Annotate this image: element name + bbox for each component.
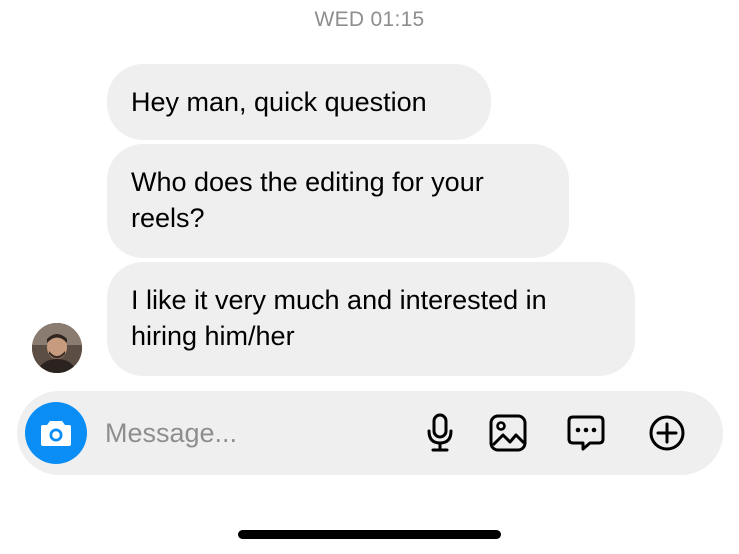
message-input[interactable] <box>105 415 405 451</box>
microphone-icon <box>427 413 453 452</box>
message-bubble[interactable]: Who does the editing for your reels? <box>107 144 569 258</box>
voice-message-button[interactable] <box>419 412 461 454</box>
plus-icon <box>649 415 685 451</box>
avatar-image <box>32 323 82 373</box>
message-bubble[interactable]: I like it very much and interested in hi… <box>107 262 635 376</box>
sender-avatar[interactable] <box>32 323 82 373</box>
camera-icon <box>41 421 71 446</box>
gallery-button[interactable] <box>487 412 529 454</box>
more-options-button[interactable] <box>646 412 688 454</box>
home-indicator[interactable] <box>238 530 501 539</box>
message-timestamp: WED 01:15 <box>314 8 425 31</box>
message-line: Hey man, quick question <box>131 87 427 117</box>
gallery-icon <box>489 414 527 452</box>
message-composer <box>17 391 723 475</box>
message-line: I like it very much and interested in <box>131 285 547 315</box>
camera-button[interactable] <box>25 402 87 464</box>
sticker-button[interactable] <box>565 412 607 454</box>
message-bubble[interactable]: Hey man, quick question <box>107 64 491 140</box>
message-line: reels? <box>131 203 205 233</box>
message-line: Who does the editing for your <box>131 167 484 197</box>
sticker-icon <box>567 415 605 451</box>
message-line: hiring him/her <box>131 321 295 351</box>
